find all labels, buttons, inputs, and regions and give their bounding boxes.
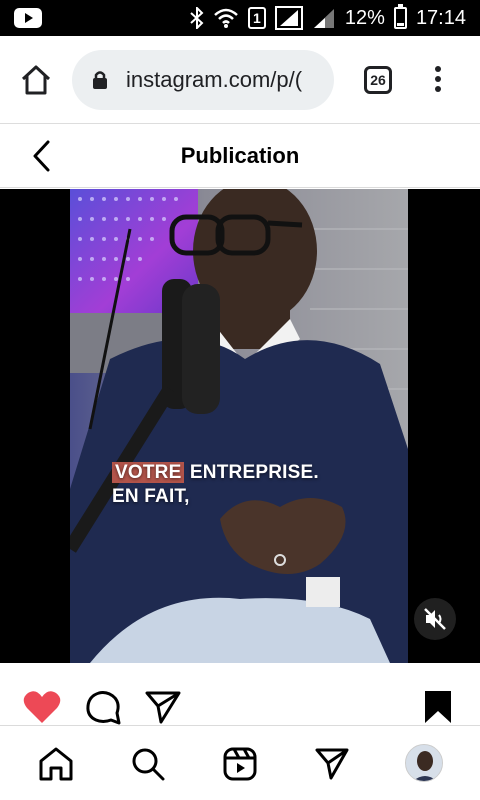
signal-icon — [274, 6, 303, 30]
url-text[interactable]: instagram.com/p/( — [126, 67, 302, 93]
video-frame[interactable] — [70, 189, 408, 663]
bluetooth-icon — [190, 7, 204, 29]
page-title: Publication — [180, 143, 300, 168]
sim-icon: 1 — [247, 7, 266, 29]
signal-icon-2 — [313, 9, 334, 28]
comment-icon[interactable] — [84, 689, 122, 725]
heart-icon[interactable] — [22, 689, 62, 725]
post-header: Publication — [0, 124, 480, 188]
wifi-icon — [214, 8, 238, 28]
home-icon[interactable] — [18, 62, 54, 98]
youtube-icon — [14, 8, 42, 28]
browser-toolbar: instagram.com/p/( 26 — [0, 36, 480, 124]
home-icon[interactable] — [38, 746, 74, 782]
tab-switcher-button[interactable]: 26 — [364, 66, 392, 94]
caption-highlight: VOTRE — [112, 462, 185, 483]
status-icons: 1 12% 17:14 — [190, 4, 466, 32]
battery-icon — [393, 4, 407, 29]
direct-icon[interactable] — [314, 746, 350, 782]
caption-line1: ENTREPRISE. — [184, 462, 319, 483]
more-vert-icon[interactable] — [430, 66, 446, 96]
bookmark-icon[interactable] — [422, 689, 454, 725]
address-bar[interactable]: instagram.com/p/( — [72, 50, 334, 110]
reels-icon[interactable] — [222, 746, 258, 782]
clock: 17:14 — [415, 6, 466, 29]
video-caption: VOTRE ENTREPRISE. EN FAIT, — [112, 461, 319, 509]
youtube-notification — [14, 8, 42, 28]
profile-photo — [406, 745, 442, 781]
search-icon[interactable] — [130, 746, 166, 782]
bottom-navigation — [0, 725, 480, 800]
share-icon[interactable] — [144, 689, 182, 725]
avatar[interactable] — [405, 744, 443, 782]
video-player[interactable]: VOTRE ENTREPRISE. EN FAIT, — [0, 189, 480, 663]
status-bar: 1 12% 17:14 — [0, 0, 480, 36]
speaker-muted-icon — [424, 608, 446, 630]
caption-line2: EN FAIT, — [112, 486, 190, 507]
mute-button[interactable] — [414, 598, 456, 640]
lock-icon — [93, 71, 107, 89]
post-actions — [0, 663, 480, 725]
battery-percent: 12% — [344, 6, 385, 29]
